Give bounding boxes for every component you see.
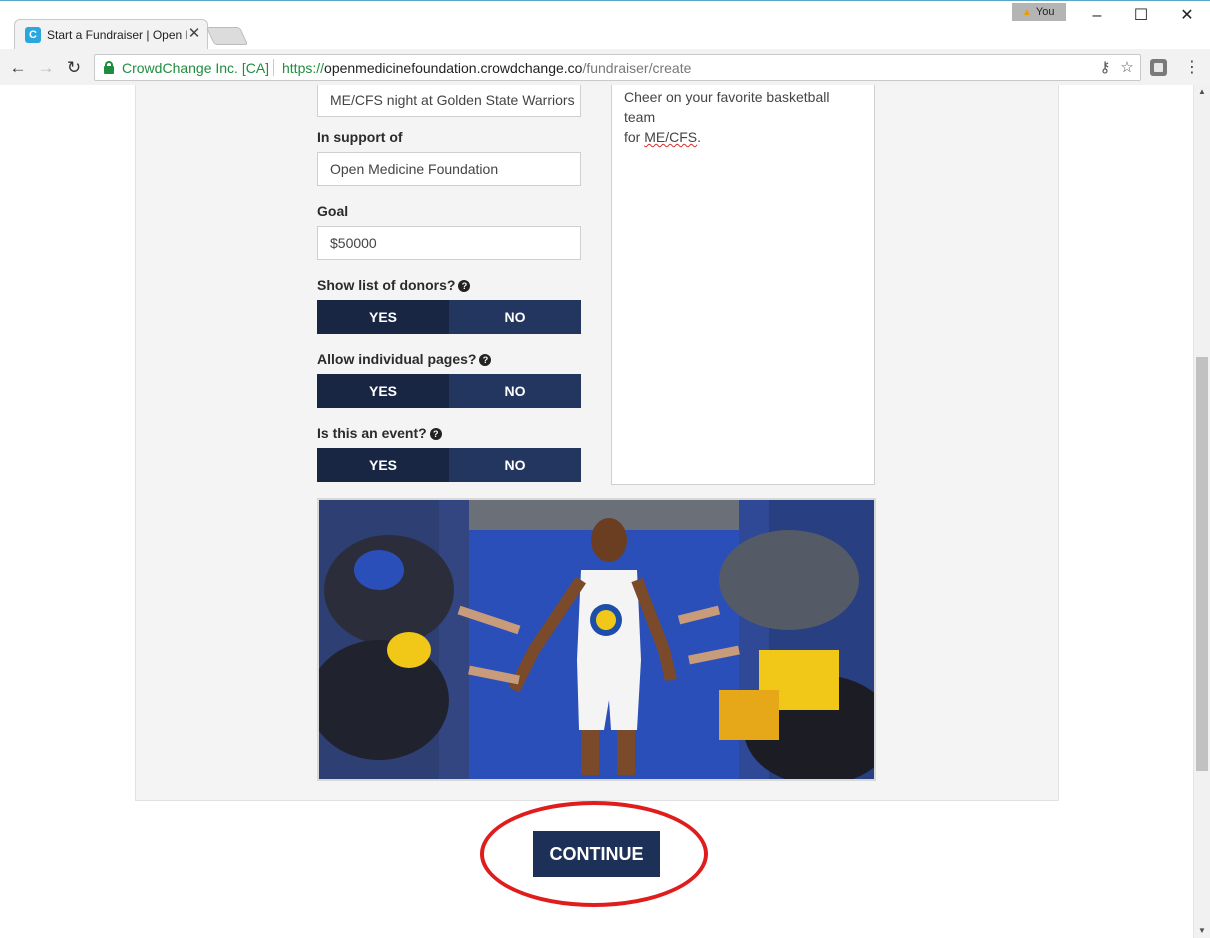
reload-icon[interactable]: ↻ xyxy=(62,56,86,80)
maximize-button[interactable]: ☐ xyxy=(1118,3,1164,29)
scrollbar-thumb[interactable] xyxy=(1196,357,1208,771)
minimize-button[interactable]: – xyxy=(1074,3,1120,29)
url-text[interactable]: https://openmedicinefoundation.crowdchan… xyxy=(282,60,691,76)
profile-badge[interactable]: ▲ You xyxy=(1012,3,1066,21)
lock-icon xyxy=(104,61,114,74)
donors-toggle: YES NO xyxy=(317,300,581,334)
key-icon[interactable]: ⚷ xyxy=(1095,58,1115,78)
scroll-down-icon[interactable]: ▼ xyxy=(1194,924,1210,938)
page-viewport: ME/CFS night at Golden State Warriors In… xyxy=(0,85,1193,938)
help-icon[interactable]: ? xyxy=(429,428,442,440)
star-icon[interactable]: ☆ xyxy=(1117,58,1137,78)
individual-pages-yes-button[interactable]: YES xyxy=(317,374,449,408)
address-bar[interactable]: CrowdChange Inc. [CA] https://openmedici… xyxy=(94,54,1141,81)
extension-icon[interactable] xyxy=(1150,59,1167,76)
support-label: In support of xyxy=(317,129,403,145)
forward-icon[interactable]: → xyxy=(34,56,58,80)
donors-no-button[interactable]: NO xyxy=(449,300,581,334)
scroll-up-icon[interactable]: ▲ xyxy=(1194,85,1210,99)
browser-chrome: C Start a Fundraiser | Open Medicine Fou… xyxy=(0,0,1210,86)
donors-yes-button[interactable]: YES xyxy=(317,300,449,334)
individual-pages-toggle: YES NO xyxy=(317,374,581,408)
profile-name: You xyxy=(1035,6,1055,18)
help-icon[interactable]: ? xyxy=(458,280,471,292)
event-label: Is this an event?? xyxy=(317,425,442,441)
basketball-player-photo xyxy=(319,500,874,779)
donors-label: Show list of donors?? xyxy=(317,277,471,293)
new-tab-button[interactable] xyxy=(205,27,249,45)
description-line-2: for ME/CFS. xyxy=(624,129,702,145)
goal-field[interactable]: $50000 xyxy=(317,226,581,260)
browser-tab[interactable]: C Start a Fundraiser | Open Medicine Fou… xyxy=(14,19,208,49)
browser-toolbar: ← → ↻ CrowdChange Inc. [CA] https://open… xyxy=(0,49,1210,86)
close-window-button[interactable]: ✕ xyxy=(1164,3,1210,29)
tab-close-icon[interactable]: ✕ xyxy=(185,25,203,43)
crowdchange-favicon-icon: C xyxy=(25,27,41,43)
fundraiser-cover-image[interactable] xyxy=(317,498,876,781)
fundraiser-title-field[interactable]: ME/CFS night at Golden State Warriors xyxy=(317,85,581,117)
tab-strip: C Start a Fundraiser | Open Medicine Fou… xyxy=(0,1,1210,49)
event-toggle: YES NO xyxy=(317,448,581,482)
menu-icon[interactable]: ⋮ xyxy=(1182,56,1202,80)
individual-pages-label: Allow individual pages?? xyxy=(317,351,492,367)
help-icon[interactable]: ? xyxy=(479,354,492,366)
description-line-1: Cheer on your favorite basketball team xyxy=(624,89,830,125)
goal-label: Goal xyxy=(317,203,349,219)
individual-pages-no-button[interactable]: NO xyxy=(449,374,581,408)
event-no-button[interactable]: NO xyxy=(449,448,581,482)
highlight-circle-annotation xyxy=(480,801,708,907)
tab-title: Start a Fundraiser | Open Medicine Found… xyxy=(47,28,187,42)
page-scrollbar[interactable]: ▲ ▼ xyxy=(1193,85,1210,938)
warning-icon: ▲ xyxy=(1022,7,1032,18)
description-textarea[interactable]: Cheer on your favorite basketball team f… xyxy=(611,85,875,485)
site-identity[interactable]: CrowdChange Inc. [CA] xyxy=(122,60,269,76)
back-icon[interactable]: ← xyxy=(6,56,30,80)
support-field[interactable]: Open Medicine Foundation xyxy=(317,152,581,186)
event-yes-button[interactable]: YES xyxy=(317,448,449,482)
